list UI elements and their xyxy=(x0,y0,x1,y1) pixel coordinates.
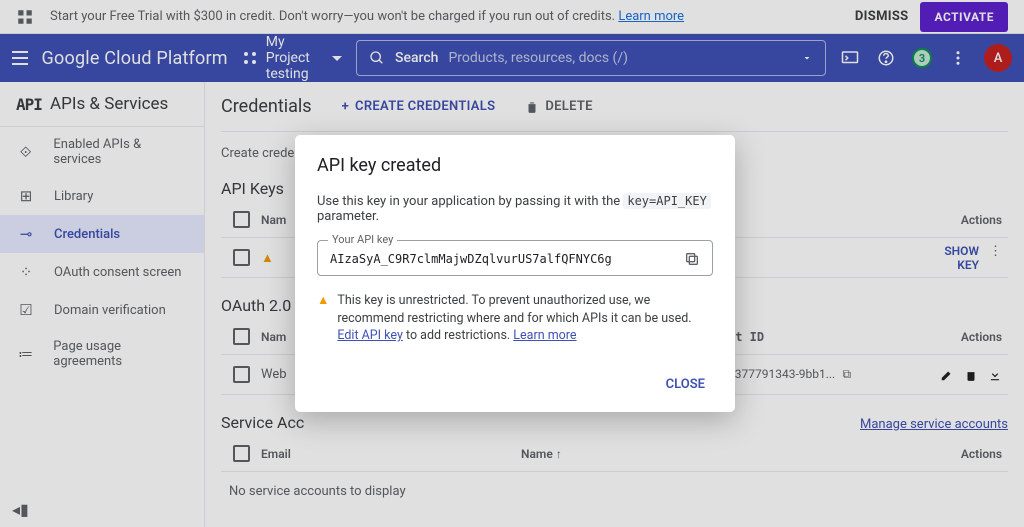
key-param-code: key=API_KEY xyxy=(623,193,710,209)
edit-api-key-link[interactable]: Edit API key xyxy=(337,328,403,343)
api-key-field: Your API key AIzaSyA_C9R7clmMajwDZqlvurU… xyxy=(317,240,713,276)
copy-icon[interactable] xyxy=(684,251,700,267)
dialog-title: API key created xyxy=(317,155,713,176)
api-key-created-dialog: API key created Use this key in your app… xyxy=(295,135,735,412)
dialog-instruction: Use this key in your application by pass… xyxy=(317,194,713,224)
learn-more-link[interactable]: Learn more xyxy=(513,328,576,343)
warning-icon: ▲ xyxy=(317,292,329,345)
warning-text: This key is unrestricted. To prevent una… xyxy=(337,292,713,345)
close-button[interactable]: CLOSE xyxy=(658,371,713,398)
api-key-value: AIzaSyA_C9R7clmMajwDZqlvurUS7alfQFNYC6g xyxy=(330,252,612,266)
api-key-label: Your API key xyxy=(328,233,397,246)
